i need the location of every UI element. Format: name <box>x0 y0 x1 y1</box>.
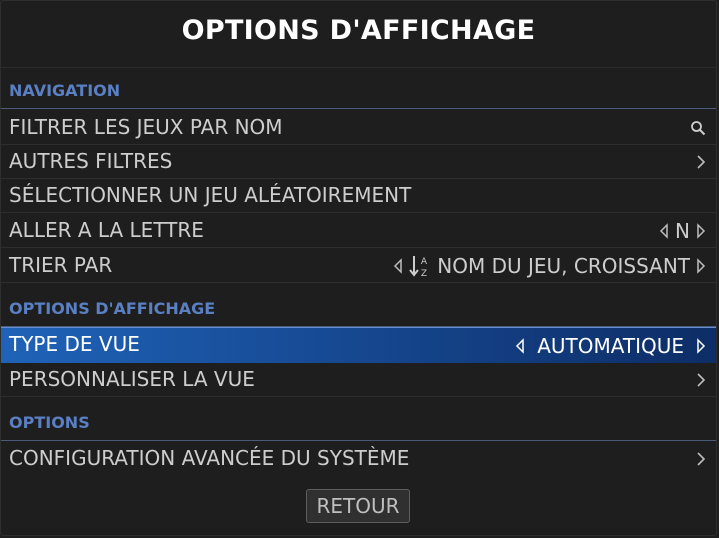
row-other-filters[interactable]: AUTRES FILTRES <box>1 145 716 179</box>
sort-value: NOM DU JEU, CROISSANT <box>437 254 690 278</box>
section-options: OPTIONS <box>1 399 716 441</box>
row-jump-to-letter[interactable]: ALLER A LA LETTRE N <box>1 214 716 248</box>
section-divider <box>1 440 716 441</box>
section-label-display: OPTIONS D'AFFICHAGE <box>9 299 216 318</box>
row-customize-view[interactable]: PERSONNALISER LA VUE <box>1 363 716 397</box>
section-navigation: NAVIGATION <box>1 67 716 109</box>
row-advanced-config[interactable]: CONFIGURATION AVANCÉE DU SYSTÈME <box>1 442 716 476</box>
letter-value: N <box>675 219 690 243</box>
row-filter-by-name[interactable]: FILTRER LES JEUX PAR NOM <box>1 111 716 145</box>
back-button[interactable]: RETOUR <box>306 489 410 523</box>
row-label: PERSONNALISER LA VUE <box>9 367 255 391</box>
arrow-right-icon[interactable] <box>696 338 706 354</box>
section-divider <box>1 108 716 109</box>
arrow-right-icon[interactable] <box>696 223 706 239</box>
row-label: TYPE DE VUE <box>9 332 140 356</box>
chevron-right-icon <box>696 451 706 467</box>
dialog-title: OPTIONS D'AFFICHAGE <box>181 15 536 46</box>
row-random-game[interactable]: SÉLECTIONNER UN JEU ALÉATOIREMENT <box>1 179 716 213</box>
sort-az-icon: A Z <box>409 254 431 278</box>
view-type-value: AUTOMATIQUE <box>537 334 684 358</box>
section-label-navigation: NAVIGATION <box>9 81 121 100</box>
row-label: ALLER A LA LETTRE <box>9 218 204 242</box>
svg-text:A: A <box>421 257 428 267</box>
row-view-type[interactable]: TYPE DE VUE AUTOMATIQUE <box>1 327 716 363</box>
arrow-left-icon[interactable] <box>393 258 403 274</box>
row-label: SÉLECTIONNER UN JEU ALÉATOIREMENT <box>9 183 412 207</box>
row-label: TRIER PAR <box>9 253 113 277</box>
svg-text:Z: Z <box>421 269 427 278</box>
arrow-right-icon[interactable] <box>696 258 706 274</box>
row-sort-by[interactable]: TRIER PAR A Z NOM DU JEU, CROISSANT <box>1 249 716 283</box>
search-icon <box>690 120 706 136</box>
section-display-options: OPTIONS D'AFFICHAGE <box>1 285 716 327</box>
chevron-right-icon <box>696 154 706 170</box>
section-label-options: OPTIONS <box>9 413 90 432</box>
options-dialog: OPTIONS D'AFFICHAGE NAVIGATION FILTRER L… <box>0 0 717 536</box>
row-label: CONFIGURATION AVANCÉE DU SYSTÈME <box>9 446 410 470</box>
arrow-left-icon[interactable] <box>659 223 669 239</box>
arrow-left-icon[interactable] <box>515 338 525 354</box>
chevron-right-icon <box>696 372 706 388</box>
row-label: FILTRER LES JEUX PAR NOM <box>9 115 283 139</box>
row-label: AUTRES FILTRES <box>9 149 173 173</box>
